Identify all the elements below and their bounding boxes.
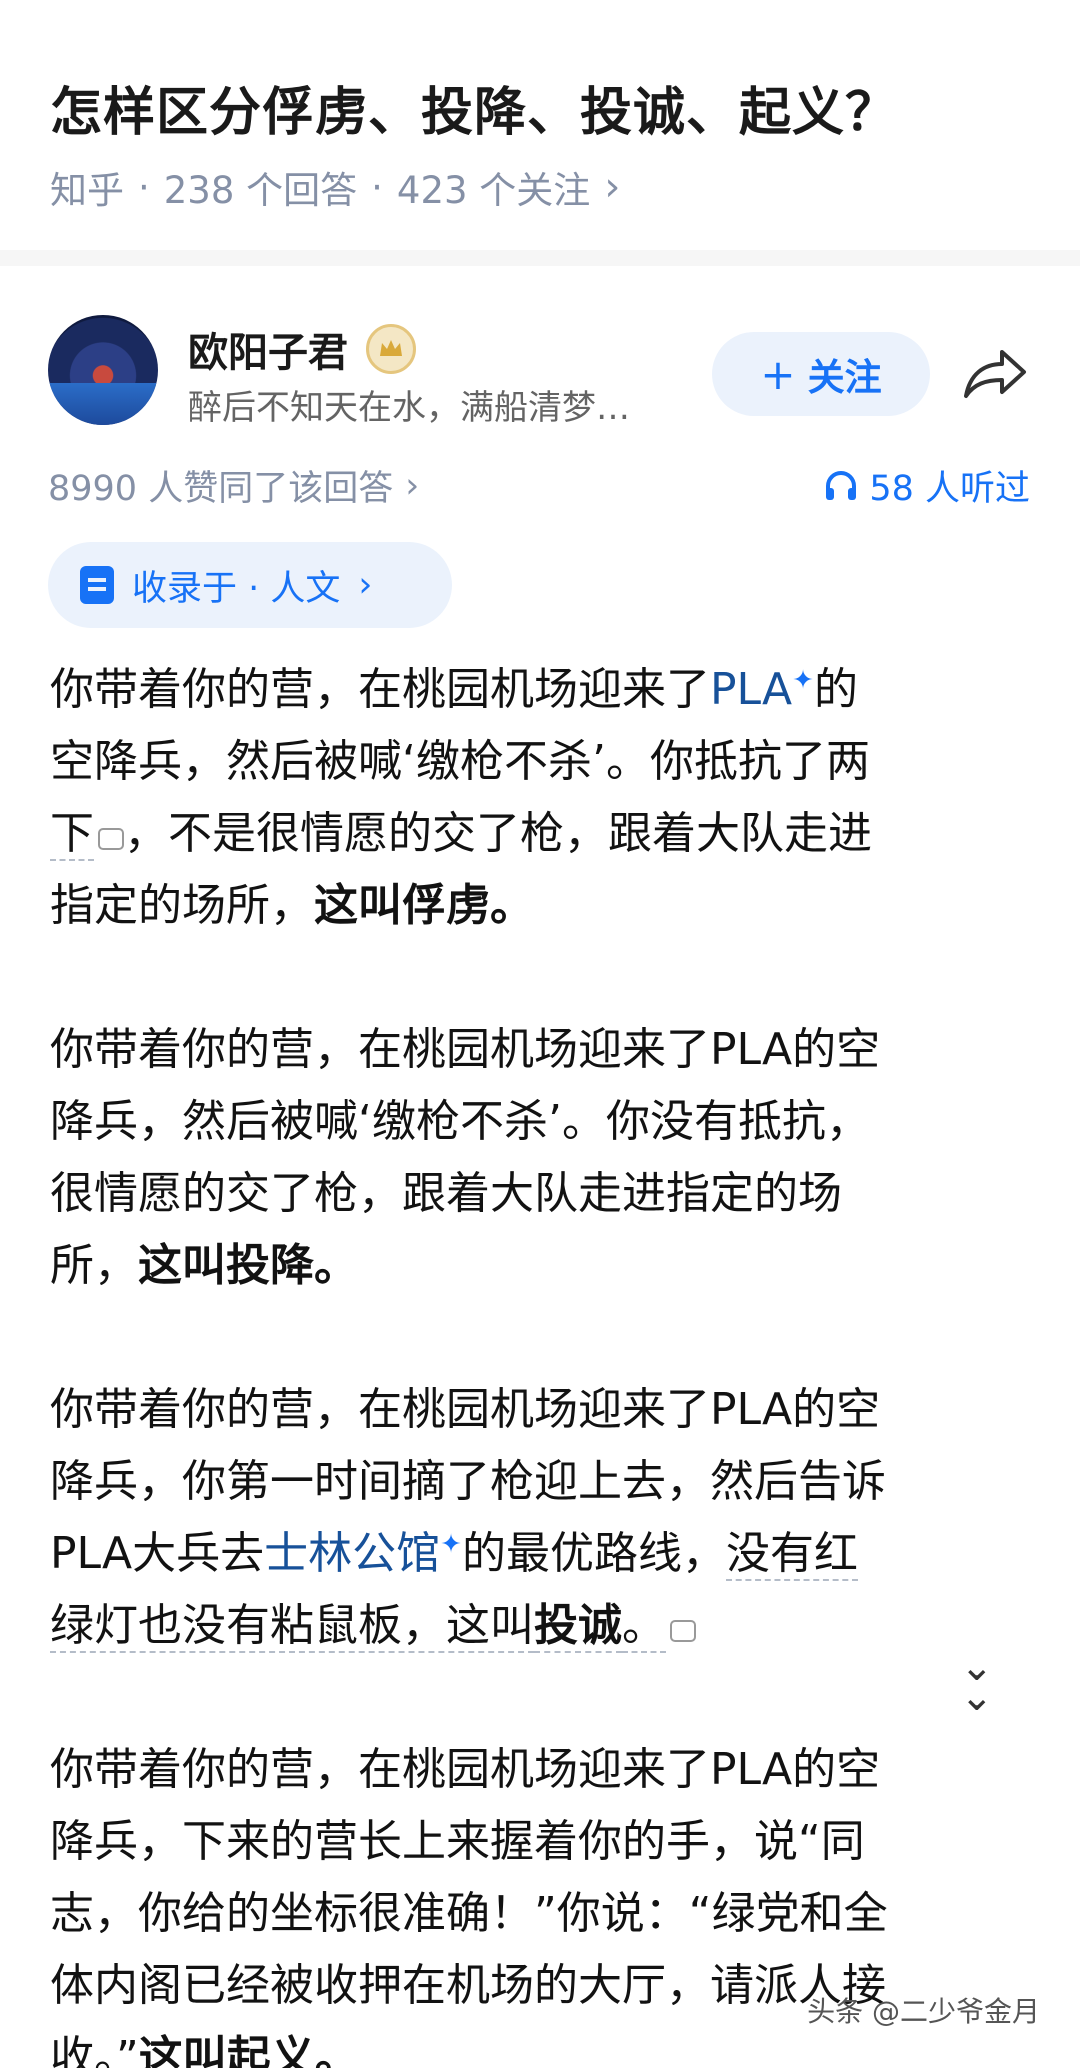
chevron-right-icon: ›: [604, 164, 621, 210]
bold-text: 这叫起义。: [138, 2032, 359, 2068]
text-line: 你带着你的营，在桃园机场迎来了PLA的空: [50, 1024, 881, 1075]
bold-text: 这叫投降。: [138, 1240, 358, 1291]
question-meta[interactable]: 知乎 · 238 个回答 · 423 个关注 ›: [50, 160, 620, 214]
comment-icon[interactable]: [98, 828, 124, 850]
question-title[interactable]: 怎样区分俘虏、投降、投诚、起义？: [50, 70, 898, 145]
chevron-double-down-icon[interactable]: ⌄ ⌄: [960, 1647, 994, 1717]
meta-separator: ·: [138, 165, 150, 209]
shilin-link[interactable]: 士林公馆: [264, 1528, 440, 1579]
text-span: ，不是很情愿的交了枪，跟着大队走进: [124, 808, 872, 859]
text-line: 空降兵，然后被喊‘缴枪不杀’。你抵抗了两: [50, 736, 870, 787]
text-span: 所，: [50, 1240, 138, 1291]
author-name: 欧阳子君: [188, 330, 348, 376]
likes-count: 8990 人赞同了该回答: [48, 469, 394, 509]
text-span: 没有红: [725, 1528, 858, 1581]
author-bio: 醉后不知天在水，满船清梦…: [188, 388, 630, 428]
text-line: 你带着你的营，在桃园机场迎来了PLA的空: [50, 1744, 881, 1795]
sparkle-icon: ✦: [792, 665, 814, 696]
meta-separator: ·: [371, 165, 383, 209]
text-line: 降兵，下来的营长上来握着你的手，说“同: [50, 1816, 865, 1867]
text-line: 降兵，然后被喊‘缴枪不杀’。你没有抵抗，: [50, 1096, 870, 1147]
text-span: 绿灯也没有粘鼠板，这叫: [50, 1600, 534, 1653]
follow-label: 关注: [807, 356, 882, 399]
plus-icon: +: [760, 349, 796, 399]
text-line: 降兵，你第一时间摘了枪迎上去，然后告诉: [50, 1456, 886, 1507]
text-line: 很情愿的交了枪，跟着大队走进指定的场: [50, 1168, 842, 1219]
crown-badge-icon: [366, 324, 416, 374]
paragraph-1: 你带着你的营，在桃园机场迎来了PLA✦的 空降兵，然后被喊‘缴枪不杀’。你抵抗了…: [50, 654, 1040, 942]
likes-row[interactable]: 8990 人赞同了该回答 ›: [48, 460, 419, 511]
text-line: 你带着你的营，在桃园机场迎来了PLA的空: [50, 1384, 881, 1435]
share-icon[interactable]: [960, 340, 1030, 404]
headphones-icon: [826, 470, 857, 500]
text-span: 指定的场所，: [50, 880, 314, 931]
text-span: 收。”: [50, 2032, 139, 2068]
comment-icon[interactable]: [670, 1620, 696, 1642]
text-line: 志，你给的坐标很准确！”你说：“绿党和全: [50, 1888, 888, 1939]
listens-row[interactable]: 58 人听过: [823, 460, 1030, 511]
sparkle-icon: ✦: [440, 1529, 462, 1560]
text-span: 你带着你的营，在桃园机场迎来了: [50, 664, 710, 715]
avatar[interactable]: [48, 315, 158, 425]
source-label: 知乎: [50, 169, 124, 212]
listens-count: 58 人听过: [869, 469, 1030, 509]
chevron-right-icon: ›: [405, 465, 420, 506]
text-span: 。: [622, 1600, 666, 1653]
follow-button[interactable]: + 关注: [712, 332, 930, 416]
text-span: 下: [50, 808, 94, 861]
answer-count: 238 个回答: [163, 169, 358, 212]
watermark: 头条 @二少爷金月: [807, 1995, 1040, 2028]
chevron-right-icon: ›: [358, 565, 373, 605]
bold-text: 投诚: [534, 1600, 622, 1653]
collection-chip[interactable]: 收录于 · 人文 ›: [48, 542, 452, 628]
paragraph-3: 你带着你的营，在桃园机场迎来了PLA的空 降兵，你第一时间摘了枪迎上去，然后告诉…: [50, 1374, 1040, 1662]
paragraph-2: 你带着你的营，在桃园机场迎来了PLA的空 降兵，然后被喊‘缴枪不杀’。你没有抵抗…: [50, 1014, 1040, 1302]
text-span: 的: [813, 664, 858, 715]
bold-text: 这叫俘虏。: [314, 880, 534, 931]
author-name-row[interactable]: 欧阳子君: [188, 320, 416, 378]
bookmark-icon: [80, 566, 114, 604]
pla-link[interactable]: PLA: [710, 664, 792, 715]
section-divider: [0, 250, 1080, 266]
answer-content: 你带着你的营，在桃园机场迎来了PLA✦的 空降兵，然后被喊‘缴枪不杀’。你抵抗了…: [50, 654, 1040, 2068]
collection-label: 收录于 · 人文: [132, 568, 341, 609]
follower-count: 423 个关注: [396, 169, 591, 212]
text-span: PLA大兵去: [50, 1528, 265, 1579]
text-span: 的最优路线，: [461, 1528, 726, 1579]
